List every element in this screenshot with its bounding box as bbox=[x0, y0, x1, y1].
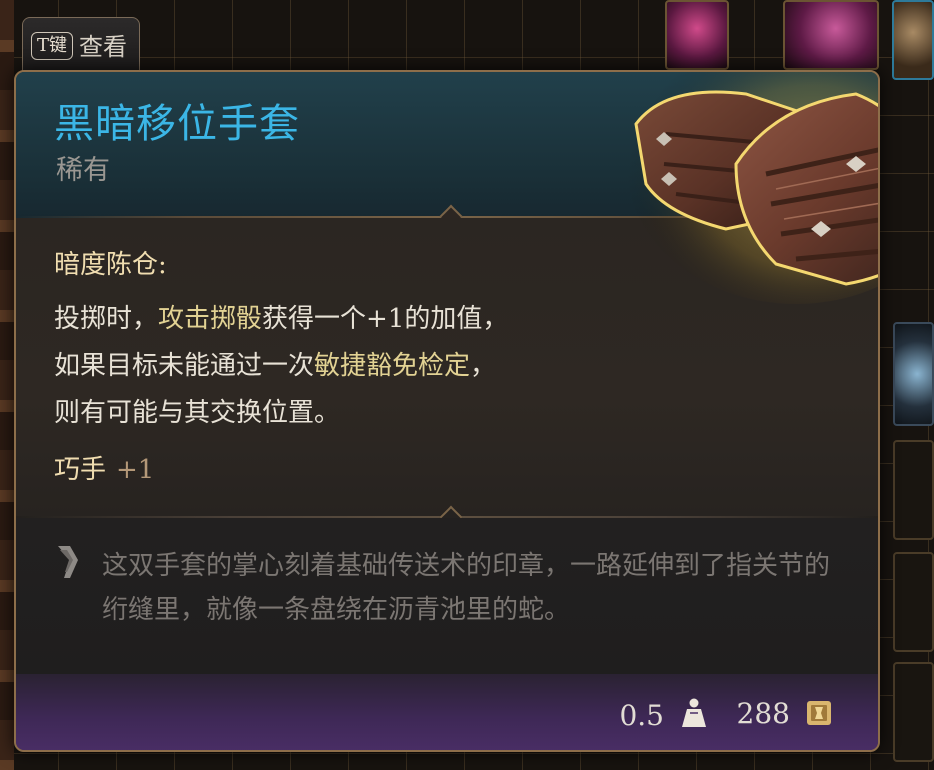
bonus-line: 巧手 +1 bbox=[54, 453, 154, 487]
inventory-slot[interactable] bbox=[893, 322, 934, 426]
ability-keyword-dex-save[interactable]: 敏捷豁免检定 bbox=[314, 351, 470, 381]
weight-icon bbox=[682, 698, 706, 727]
inventory-slot[interactable] bbox=[783, 0, 879, 70]
keybind-badge: T键 bbox=[31, 32, 74, 60]
ability-keyword-attack-roll[interactable]: 攻击掷骰 bbox=[158, 304, 262, 334]
ability-desc-text: 如果目标未能通过一次 bbox=[54, 351, 315, 381]
inventory-slot[interactable] bbox=[893, 552, 934, 652]
ability-desc-text: ， bbox=[470, 351, 497, 381]
inventory-slot-selected[interactable] bbox=[892, 0, 934, 80]
inventory-slot[interactable] bbox=[665, 0, 729, 70]
quote-feather-icon bbox=[58, 546, 78, 578]
ability-desc-text: 获得一个+1的加值， bbox=[262, 304, 509, 334]
item-tooltip: 黑暗移位手套 稀有 暗度陈仓: 投掷时，攻击掷骰获得一个+1的加值， 如果目标未… bbox=[14, 70, 880, 752]
item-name: 黑暗移位手套 bbox=[54, 101, 300, 147]
weight-value: 0.5 bbox=[619, 699, 664, 732]
gold-coin-icon bbox=[807, 701, 831, 725]
item-rarity: 稀有 bbox=[56, 155, 110, 186]
inventory-slot[interactable] bbox=[893, 440, 934, 540]
ability-description: 投掷时，攻击掷骰获得一个+1的加值， 如果目标未能通过一次敏捷豁免检定， 则有可… bbox=[54, 296, 754, 437]
inventory-left-edge bbox=[0, 0, 14, 770]
inspect-label: 查看 bbox=[79, 33, 128, 61]
leather-gloves-icon[interactable] bbox=[606, 70, 880, 304]
bonus-stat: 巧手 bbox=[54, 455, 107, 485]
price-value: 288 bbox=[736, 697, 790, 730]
ability-desc-text: 则有可能与其交换位置。 bbox=[54, 398, 341, 428]
bonus-value: +1 bbox=[116, 455, 155, 485]
ability-desc-text: 投掷时， bbox=[54, 304, 159, 334]
lore-text: 这双手套的掌心刻着基础传送术的印章，一路延伸到了指关节的绗缝里，就像一条盘绕在沥… bbox=[102, 551, 831, 625]
inventory-slot[interactable] bbox=[893, 662, 934, 762]
ability-name: 暗度陈仓: bbox=[54, 250, 167, 280]
inspect-hint[interactable]: T键 查看 bbox=[22, 17, 141, 77]
